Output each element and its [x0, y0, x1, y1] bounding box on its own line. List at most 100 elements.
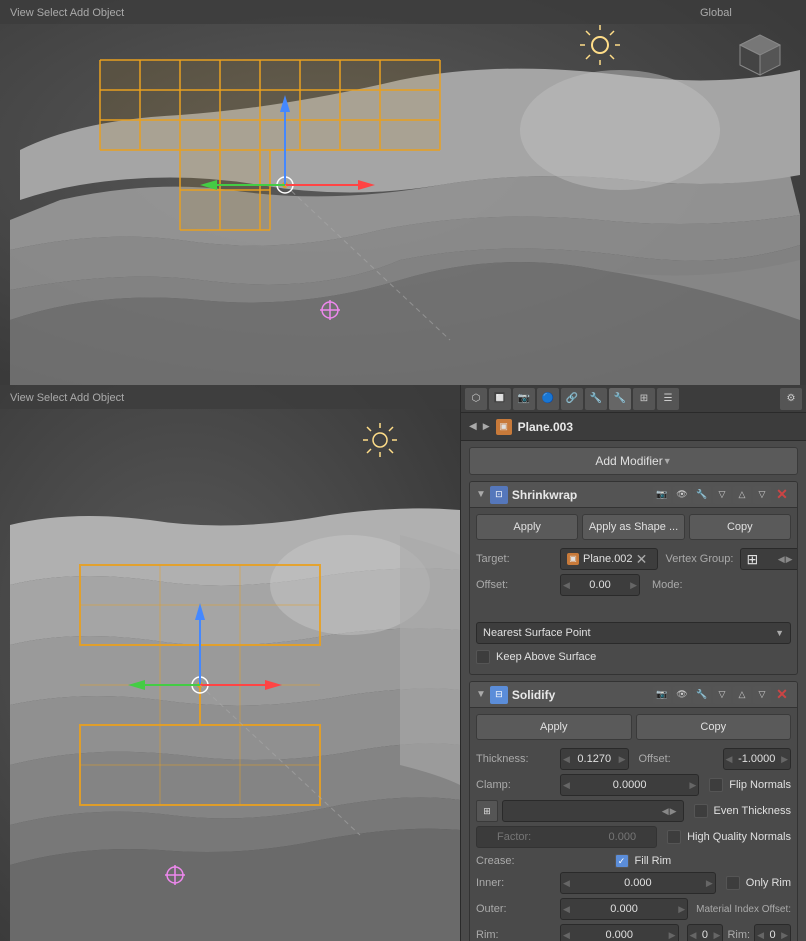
shrinkwrap-close-icon[interactable]: ✕ [773, 486, 791, 504]
toolbar-icon-6[interactable]: 🔧 [609, 388, 631, 410]
shrinkwrap-copy-button[interactable]: Copy [689, 514, 791, 540]
solidify-up-icon[interactable]: △ [733, 686, 751, 704]
outer-field[interactable]: ◀ 0.000 ▶ [560, 898, 688, 920]
toolbar-icon-9[interactable]: ⚙ [780, 388, 802, 410]
shrinkwrap-filter-icon[interactable]: ▽ [713, 486, 731, 504]
fill-rim-checkbox[interactable] [615, 854, 629, 868]
clamp-row: Clamp: ◀ 0.0000 ▶ Flip Normals [470, 772, 797, 798]
clamp-field[interactable]: ◀ 0.0000 ▶ [560, 774, 699, 796]
offset-right-arrow: ▶ [630, 580, 637, 591]
mode-dropdown-row [470, 596, 797, 620]
shrinkwrap-target-value: Plane.002 [583, 553, 633, 565]
vertex-group-arrows: ◀ ▶ [778, 554, 793, 565]
mat-rim-field[interactable]: ◀ 0 ▶ [754, 924, 791, 941]
toolbar-icon-0[interactable]: ⬡ [465, 388, 487, 410]
vertex-group-grid-icon[interactable]: ⊞ [476, 800, 498, 822]
toolbar-icon-3[interactable]: 🔵 [537, 388, 559, 410]
flip-normals-row: Flip Normals [709, 778, 791, 792]
solidify-cam-icon[interactable]: 📷 [653, 686, 671, 704]
inner-row: Inner: ◀ 0.000 ▶ Only Rim [470, 870, 797, 896]
shrinkwrap-eye-icon[interactable]: 👁 [673, 486, 691, 504]
flip-normals-label: Flip Normals [729, 779, 791, 791]
vertex-group-field[interactable]: ⊞ ◀ ▶ [740, 548, 798, 570]
solidify-filter-icon[interactable]: ▽ [713, 686, 731, 704]
shrinkwrap-collapse[interactable]: ▼ [476, 489, 486, 500]
shrinkwrap-name: Shrinkwrap [512, 488, 649, 502]
solidify-name: Solidify [512, 688, 649, 702]
factor-field[interactable]: Factor: 0.000 [476, 826, 657, 848]
outer-value: 0.000 [610, 903, 638, 915]
mat-rim-value: 0 [769, 929, 775, 941]
keep-above-surface-checkbox[interactable] [476, 650, 490, 664]
solidify-apply-button[interactable]: Apply [476, 714, 632, 740]
solidify-eye-icon[interactable]: 👁 [673, 686, 691, 704]
shrinkwrap-offset-row: Offset: ◀ 0.00 ▶ Mode: [470, 572, 797, 598]
add-modifier-button[interactable]: Add Modifier [469, 447, 798, 475]
shrinkwrap-header: ▼ ⊡ Shrinkwrap 📷 👁 🔧 ▽ △ ▽ ✕ [470, 482, 797, 508]
mode-full-row: Nearest Surface Point ▼ [470, 620, 797, 646]
rim-field[interactable]: ◀ 0.000 ▶ [560, 924, 679, 941]
even-thickness-label: Even Thickness [714, 805, 791, 817]
solidify-header: ▼ ⊟ Solidify 📷 👁 🔧 ▽ △ ▽ ✕ [470, 682, 797, 708]
solidify-down-icon[interactable]: ▽ [753, 686, 771, 704]
outer-row: Outer: ◀ 0.000 ▶ Material Index Offset: [470, 896, 797, 922]
offset-left-arrow: ◀ [563, 580, 570, 591]
high-quality-normals-checkbox[interactable] [667, 830, 681, 844]
outer-label: Outer: [476, 903, 556, 915]
top-viewport[interactable]: View Select Add Object Global [0, 0, 806, 385]
toolbar-icon-5[interactable]: 🔧 [585, 388, 607, 410]
clamp-right-arrow: ▶ [689, 780, 696, 791]
shrinkwrap-down-icon[interactable]: ▽ [753, 486, 771, 504]
crease-row: Crease: Fill Rim [470, 850, 797, 870]
shrinkwrap-header-icons: 📷 👁 🔧 ▽ △ ▽ ✕ [653, 486, 791, 504]
thickness-field[interactable]: ◀ 0.1270 ▶ [560, 748, 629, 770]
toolbar-icon-1[interactable]: 🔲 [489, 388, 511, 410]
back-arrow[interactable]: ◀ [469, 421, 477, 432]
shrinkwrap-apply-button[interactable]: Apply [476, 514, 578, 540]
matidx-right-arrow: ▶ [714, 930, 721, 941]
flip-normals-checkbox[interactable] [709, 778, 723, 792]
inner-field[interactable]: ◀ 0.000 ▶ [560, 872, 716, 894]
matidx-left-arrow: ◀ [690, 930, 697, 941]
shrinkwrap-apply-shape-button[interactable]: Apply as Shape ... [582, 514, 684, 540]
solidify-close-icon[interactable]: ✕ [773, 686, 791, 704]
solidify-modifier: ▼ ⊟ Solidify 📷 👁 🔧 ▽ △ ▽ ✕ Apply Copy Th… [469, 681, 798, 941]
solidify-header-icons: 📷 👁 🔧 ▽ △ ▽ ✕ [653, 686, 791, 704]
toolbar-icon-2[interactable]: 📷 [513, 388, 535, 410]
vertex-group-field-2[interactable]: ◀ ▶ [502, 800, 684, 822]
object-name: Plane.003 [518, 420, 573, 434]
mat-index-field[interactable]: ◀ 0 ▶ [687, 924, 724, 941]
mode-dropdown[interactable]: Nearest Surface Point ▼ [476, 622, 791, 644]
even-thickness-row: Even Thickness [694, 804, 791, 818]
soffset-right-arrow: ▶ [781, 754, 788, 765]
shrinkwrap-cam-icon[interactable]: 📷 [653, 486, 671, 504]
clamp-value: 0.0000 [613, 779, 647, 791]
crease-label: Crease: [476, 855, 515, 867]
solidify-collapse[interactable]: ▼ [476, 689, 486, 700]
toolbar-icon-4[interactable]: 🔗 [561, 388, 583, 410]
toolbar-icon-8[interactable]: ☰ [657, 388, 679, 410]
even-thickness-checkbox[interactable] [694, 804, 708, 818]
rim-left-arrow: ◀ [563, 930, 570, 941]
solidify-offset-field[interactable]: ◀ -1.0000 ▶ [723, 748, 792, 770]
mode-label: Mode: [652, 579, 688, 591]
shrinkwrap-target-field[interactable]: ▣ Plane.002 ✕ [560, 548, 658, 570]
target-clear-button[interactable]: ✕ [633, 550, 651, 568]
shrinkwrap-render-icon[interactable]: 🔧 [693, 486, 711, 504]
only-rim-checkbox[interactable] [726, 876, 740, 890]
offset-field[interactable]: ◀ 0.00 ▶ [560, 574, 640, 596]
bottom-viewport[interactable]: View Select Add Object [0, 385, 460, 941]
high-quality-normals-row: High Quality Normals [667, 830, 791, 844]
solidify-render-icon[interactable]: 🔧 [693, 686, 711, 704]
shrinkwrap-target-label: Target: [476, 553, 556, 565]
svg-text:View Select Add Object: View Select Add Object [10, 7, 124, 19]
toolbar-icon-7[interactable]: ⊞ [633, 388, 655, 410]
high-quality-normals-label: High Quality Normals [687, 831, 791, 843]
breadcrumb-sep: ▶ [483, 421, 490, 432]
rim-value: 0.000 [605, 929, 633, 941]
solidify-copy-button[interactable]: Copy [636, 714, 792, 740]
thickness-left-arrow: ◀ [563, 754, 570, 765]
shrinkwrap-up-icon[interactable]: △ [733, 486, 751, 504]
matrim-left-arrow: ◀ [757, 930, 764, 941]
shrinkwrap-target-row: Target: ▣ Plane.002 ✕ Vertex Group: ⊞ ◀ … [470, 546, 797, 572]
